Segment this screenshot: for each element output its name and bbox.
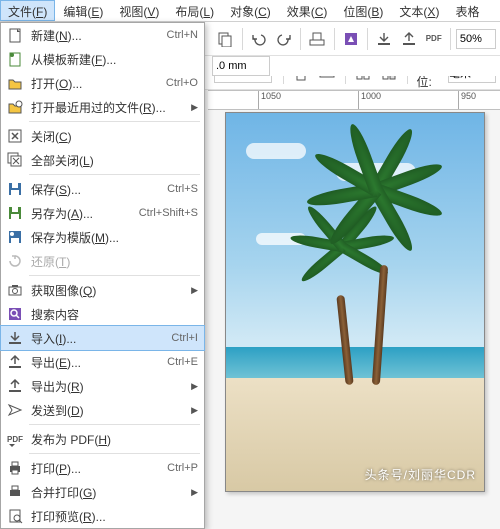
open-icon	[5, 74, 25, 92]
menu-item-label: 打印(P)...	[31, 460, 159, 477]
menu-item-import[interactable]: 导入(I)... Ctrl+I	[1, 326, 204, 350]
export-for-icon	[5, 377, 25, 395]
menu-item-label: 合并打印(G)	[31, 484, 198, 501]
recent-icon	[5, 98, 25, 116]
menu-item-label: 另存为(A)...	[31, 205, 131, 222]
menu-item-accel: Ctrl+N	[167, 29, 198, 41]
menu-item-label: 打开(O)...	[31, 75, 158, 92]
menu-item-accel: Ctrl+I	[171, 332, 198, 344]
menu-item-save[interactable]: 保存(S)... Ctrl+S	[1, 177, 204, 201]
dimension-2-input[interactable]	[212, 56, 270, 76]
menu-item-label: 获取图像(Q)	[31, 282, 198, 299]
menu-item-label: 导出为(R)	[31, 378, 198, 395]
menu-item-label: 发送到(D)	[31, 402, 198, 419]
menu-item-pdf[interactable]: PDF 发布为 PDF(H)	[1, 427, 204, 451]
menu-item-label: 保存(S)...	[31, 181, 159, 198]
import-icon	[5, 329, 25, 347]
revert-icon	[5, 252, 25, 270]
menu-item-label: 还原(T)	[31, 253, 198, 270]
menu-item-save-as[interactable]: 另存为(A)... Ctrl+Shift+S	[1, 201, 204, 225]
menu-item-label: 保存为模版(M)...	[31, 229, 198, 246]
menu-item-search[interactable]: 搜索内容	[1, 302, 204, 326]
menu-item-save-tpl[interactable]: 保存为模版(M)...	[1, 225, 204, 249]
menu-item-open[interactable]: 打开(O)... Ctrl+O	[1, 71, 204, 95]
menu-文件[interactable]: 文件(F)	[0, 0, 55, 21]
auto-shape-icon[interactable]	[339, 26, 362, 52]
pdf-tool-icon[interactable]: PDF	[422, 26, 445, 52]
menu-item-label: 导出(E)...	[31, 354, 159, 371]
menu-表格[interactable]: 表格	[447, 0, 487, 21]
import-tool-icon[interactable]	[373, 26, 396, 52]
close-icon	[5, 127, 25, 145]
zoom-input[interactable]	[456, 29, 496, 49]
menu-item-accel: Ctrl+S	[167, 183, 198, 195]
watermark-text: 头条号/刘丽华CDR	[365, 466, 476, 483]
copy-icon[interactable]	[214, 26, 237, 52]
menu-item-label: 打开最近用过的文件(R)...	[31, 99, 198, 116]
redo-icon[interactable]	[272, 26, 295, 52]
menu-item-label: 搜索内容	[31, 306, 198, 323]
menu-item-new-tpl[interactable]: 从模板新建(F)...	[1, 47, 204, 71]
menu-item-close-all[interactable]: 全部关闭(L)	[1, 148, 204, 172]
save-as-icon	[5, 204, 25, 222]
submenu-arrow-icon: ▶	[191, 102, 198, 113]
print-icon	[5, 459, 25, 477]
save-tpl-icon	[5, 228, 25, 246]
menu-item-send-to[interactable]: 发送到(D)▶	[1, 398, 204, 422]
menu-item-label: 关闭(C)	[31, 128, 198, 145]
menu-item-export-for[interactable]: 导出为(R)▶	[1, 374, 204, 398]
menu-item-accel: Ctrl+O	[166, 77, 198, 89]
menu-item-accel: Ctrl+Shift+S	[139, 207, 198, 219]
menu-item-label: 导入(I)...	[31, 330, 163, 347]
file-menu-dropdown: 新建(N)...Ctrl+N从模板新建(F)...打开(O)...Ctrl+O打…	[0, 22, 205, 529]
menu-item-accel: Ctrl+P	[167, 462, 198, 474]
menu-item-label: 打印预览(R)...	[31, 508, 198, 525]
send-to-icon	[5, 401, 25, 419]
search-icon	[5, 305, 25, 323]
menu-item-new[interactable]: 新建(N)... Ctrl+N	[1, 23, 204, 47]
new-icon	[5, 26, 25, 44]
export-icon	[5, 353, 25, 371]
submenu-arrow-icon: ▶	[191, 405, 198, 416]
menu-item-recent[interactable]: 打开最近用过的文件(R)...▶	[1, 95, 204, 119]
menu-item-export[interactable]: 导出(E)... Ctrl+E	[1, 350, 204, 374]
menubar: 文件(F)编辑(E)视图(V)布局(L)对象(C)效果(C)位图(B)文本(X)…	[0, 0, 500, 22]
submenu-arrow-icon: ▶	[191, 487, 198, 498]
submenu-arrow-icon: ▶	[191, 285, 198, 296]
close-all-icon	[5, 151, 25, 169]
menu-文本[interactable]: 文本(X)	[391, 0, 447, 21]
canvas-image[interactable]: 头条号/刘丽华CDR	[225, 112, 485, 492]
export-tool-icon[interactable]	[398, 26, 421, 52]
submenu-arrow-icon: ▶	[191, 381, 198, 392]
menu-编辑[interactable]: 编辑(E)	[55, 0, 111, 21]
menu-对象[interactable]: 对象(C)	[222, 0, 279, 21]
menu-item-print[interactable]: 打印(P)... Ctrl+P	[1, 456, 204, 480]
menu-位图[interactable]: 位图(B)	[335, 0, 391, 21]
menu-item-print-preview[interactable]: 打印预览(R)...	[1, 504, 204, 528]
search-tool-icon[interactable]	[306, 26, 329, 52]
menu-item-label: 全部关闭(L)	[31, 152, 198, 169]
undo-icon[interactable]	[248, 26, 271, 52]
menu-item-label: 新建(N)...	[31, 27, 159, 44]
new-tpl-icon	[5, 50, 25, 68]
horizontal-ruler: 1050 1000 950	[208, 90, 500, 110]
menu-视图[interactable]: 视图(V)	[111, 0, 167, 21]
menu-item-print-merge[interactable]: 合并打印(G)▶	[1, 480, 204, 504]
menu-item-accel: Ctrl+E	[167, 356, 198, 368]
menu-item-label: 发布为 PDF(H)	[31, 431, 198, 448]
menu-布局[interactable]: 布局(L)	[167, 0, 222, 21]
menu-效果[interactable]: 效果(C)	[279, 0, 336, 21]
menu-item-close[interactable]: 关闭(C)	[1, 124, 204, 148]
svg-text:PDF: PDF	[7, 435, 23, 444]
pdf-icon: PDF	[5, 430, 25, 448]
menu-item-label: 从模板新建(F)...	[31, 51, 198, 68]
menu-item-revert: 还原(T)	[1, 249, 204, 273]
print-preview-icon	[5, 507, 25, 525]
acquire-icon	[5, 281, 25, 299]
print-merge-icon	[5, 483, 25, 501]
save-icon	[5, 180, 25, 198]
menu-item-acquire[interactable]: 获取图像(Q)▶	[1, 278, 204, 302]
